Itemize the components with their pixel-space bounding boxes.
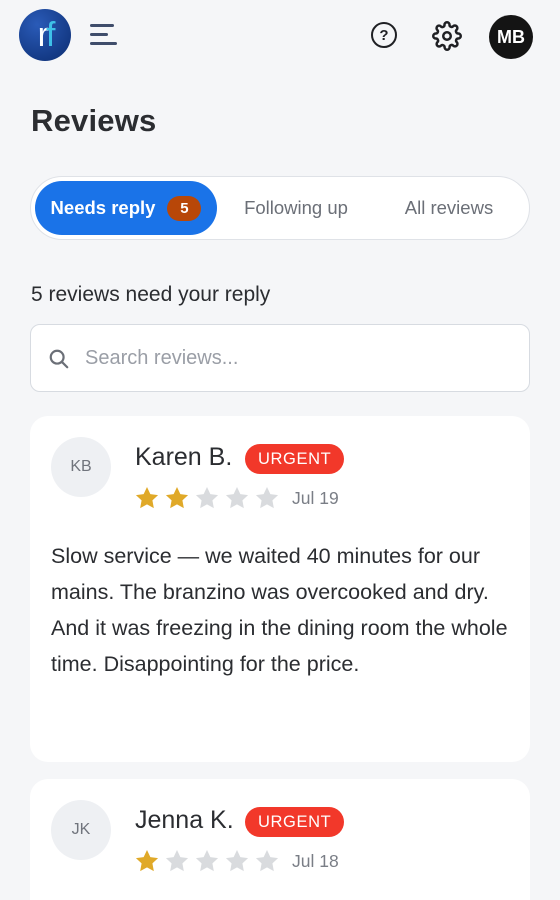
tab-needs-reply-label: Needs reply [50, 197, 156, 218]
star-rating [134, 848, 280, 874]
review-card[interactable]: KB Karen B. URGENT Jul 19 Slow service —… [30, 416, 530, 762]
logo-letter-r: r [37, 15, 49, 54]
star-empty-icon [194, 848, 220, 874]
reviewer-avatar: KB [51, 437, 111, 497]
hamburger-menu-icon[interactable] [90, 23, 118, 47]
tab-all-reviews-label: All reviews [404, 197, 494, 218]
star-filled-icon [134, 848, 160, 874]
reviewer-initials: KB [70, 458, 92, 475]
review-date: Jul 18 [292, 851, 339, 871]
help-circle-icon[interactable]: ? [371, 22, 397, 48]
reviewer-avatar: JK [51, 800, 111, 860]
star-filled-icon [134, 485, 160, 511]
star-empty-icon [224, 485, 250, 511]
review-tabs: Needs reply 5 Following up All reviews [30, 176, 530, 240]
search-box[interactable] [30, 324, 530, 392]
user-avatar[interactable]: MB [489, 15, 533, 59]
review-text: Slow service — we waited 40 minutes for … [51, 544, 508, 676]
reviewer-initials: JK [71, 821, 91, 838]
review-card[interactable]: JK Jenna K. URGENT Jul 18 [30, 779, 530, 900]
star-empty-icon [254, 848, 280, 874]
logo-letter-f: f [45, 15, 56, 54]
reviewer-name: Jenna K. [135, 806, 234, 834]
search-icon [49, 349, 69, 369]
top-bar: rf ? MB [0, 0, 560, 72]
search-input[interactable] [85, 339, 505, 377]
tab-following-up-label: Following up [244, 197, 348, 218]
reviews-summary: 5 reviews need your reply [31, 283, 271, 306]
tab-following-up[interactable]: Following up [221, 181, 371, 235]
star-filled-icon [164, 485, 190, 511]
star-empty-icon [224, 848, 250, 874]
reviewer-name: Karen B. [135, 443, 233, 471]
tab-needs-reply[interactable]: Needs reply 5 [35, 181, 217, 235]
gear-icon[interactable] [432, 21, 462, 51]
tab-all-reviews[interactable]: All reviews [379, 181, 519, 235]
page-title: Reviews [31, 103, 157, 138]
urgent-badge: URGENT [245, 807, 345, 837]
user-initials: MB [497, 26, 525, 47]
help-symbol: ? [379, 26, 389, 44]
logo[interactable]: rf [19, 9, 71, 61]
star-empty-icon [194, 485, 220, 511]
needs-reply-count-badge: 5 [167, 195, 202, 221]
star-empty-icon [164, 848, 190, 874]
review-date: Jul 19 [292, 488, 339, 508]
urgent-badge: URGENT [245, 444, 345, 474]
star-empty-icon [254, 485, 280, 511]
star-rating [134, 485, 280, 511]
